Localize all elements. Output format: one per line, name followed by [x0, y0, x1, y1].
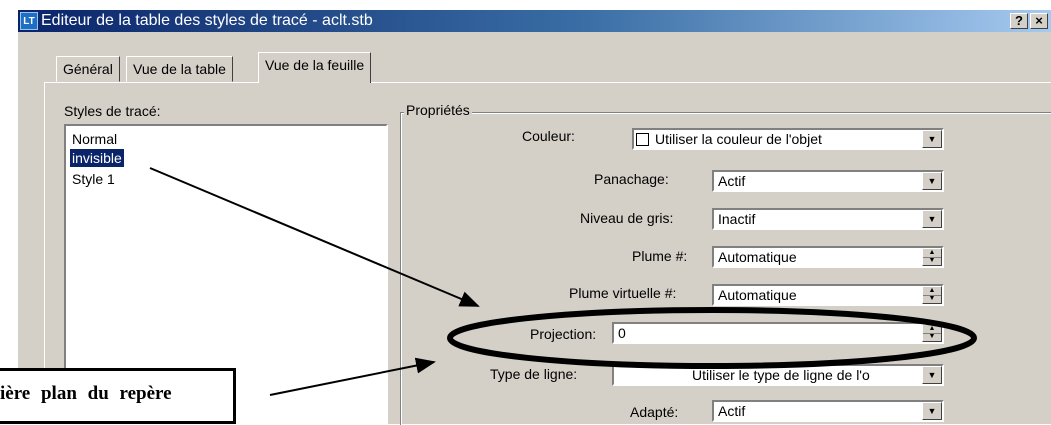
list-item[interactable]: Normal: [72, 130, 117, 148]
dithering-value: Actif: [718, 173, 746, 189]
color-swatch: [636, 133, 649, 146]
grayscale-select[interactable]: Inactif ▼: [712, 208, 944, 230]
screening-value: 0: [618, 325, 626, 341]
chevron-down-icon[interactable]: ▼: [922, 402, 942, 420]
color-label: Couleur:: [522, 128, 575, 144]
annotation-text: ière plan du repère: [0, 383, 172, 404]
list-item-selected[interactable]: invisible: [70, 149, 124, 167]
window-title: Editeur de la table des styles de tracé …: [41, 12, 373, 29]
linetype-select[interactable]: Utiliser le type de ligne de l'o ▼: [612, 364, 944, 386]
adaptive-value: Actif: [718, 403, 746, 419]
linetype-value: Utiliser le type de ligne de l'o: [692, 367, 870, 383]
window: LT Editeur de la table des styles de tra…: [0, 0, 1051, 425]
screening-label: Projection:: [530, 326, 597, 342]
tab-general[interactable]: Général: [56, 56, 120, 82]
virtual-pen-value: Automatique: [718, 287, 797, 303]
close-button[interactable]: ×: [1030, 13, 1048, 29]
styles-label: Styles de tracé:: [64, 103, 161, 119]
tab-table-view[interactable]: Vue de la table: [126, 56, 233, 82]
pen-value: Automatique: [718, 249, 797, 265]
tab-sheet-view[interactable]: Vue de la feuille: [258, 52, 372, 83]
pen-spinner[interactable]: Automatique ▲ ▼: [712, 246, 944, 268]
spinner-icon[interactable]: ▲ ▼: [922, 248, 942, 266]
color-value: Utiliser la couleur de l'objet: [655, 131, 822, 147]
adaptive-select[interactable]: Actif ▼: [712, 400, 944, 422]
chevron-down-icon[interactable]: ▼: [922, 172, 942, 190]
virtual-pen-spinner[interactable]: Automatique ▲ ▼: [712, 284, 944, 306]
chevron-down-icon[interactable]: ▼: [922, 366, 942, 384]
annotation-callout: ière plan du repère: [0, 368, 236, 424]
chevron-down-icon[interactable]: ▼: [922, 210, 942, 228]
grayscale-value: Inactif: [718, 211, 756, 227]
color-select[interactable]: Utiliser la couleur de l'objet ▼: [632, 128, 944, 150]
virtual-pen-label: Plume virtuelle #:: [569, 285, 677, 301]
linetype-label: Type de ligne:: [490, 366, 578, 382]
spinner-icon[interactable]: ▲ ▼: [922, 324, 942, 342]
dithering-select[interactable]: Actif ▼: [712, 170, 944, 192]
adaptive-label: Adapté:: [630, 404, 679, 420]
title-bar: LT Editeur de la table des styles de tra…: [18, 10, 1051, 32]
grayscale-label: Niveau de gris:: [580, 210, 674, 226]
pen-label: Plume #:: [632, 248, 688, 264]
dithering-label: Panachage:: [594, 171, 669, 187]
properties-title: Propriétés: [404, 102, 472, 118]
spinner-icon[interactable]: ▲ ▼: [922, 286, 942, 304]
list-item[interactable]: Style 1: [72, 170, 115, 188]
help-button[interactable]: ?: [1010, 13, 1028, 29]
chevron-down-icon[interactable]: ▼: [922, 130, 942, 148]
app-icon: LT: [20, 12, 38, 30]
screening-spinner[interactable]: 0 ▲ ▼: [612, 322, 944, 344]
